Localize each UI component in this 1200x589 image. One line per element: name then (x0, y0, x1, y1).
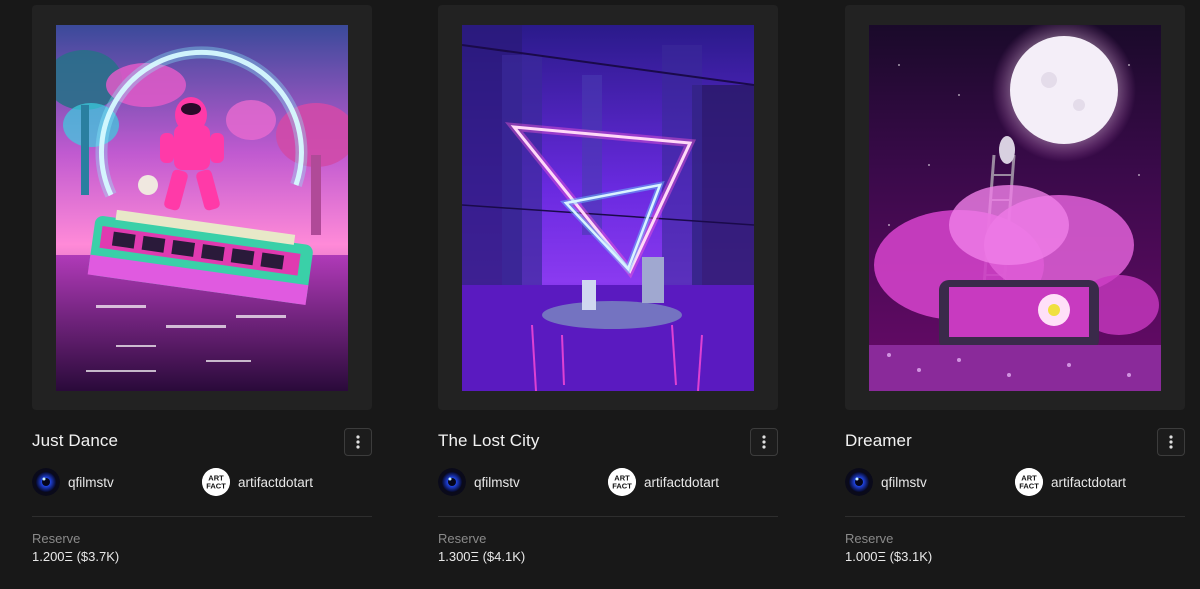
creator-profile-link[interactable]: qfilmstv (32, 468, 114, 496)
creator-handle[interactable]: qfilmstv (474, 475, 520, 490)
reserve-label: Reserve (845, 531, 894, 546)
svg-text:FACT: FACT (206, 482, 226, 491)
svg-text:FACT: FACT (612, 482, 632, 491)
divider (32, 516, 372, 517)
blue-eye-avatar (438, 468, 466, 496)
nft-card-just-dance[interactable]: Just Dance qfilmstv ART FACT artifactdot… (32, 0, 372, 589)
blue-eye-avatar (32, 468, 60, 496)
moon-ladder-van-artwork[interactable] (869, 25, 1161, 391)
owner-handle[interactable]: artifactdotart (238, 475, 313, 490)
blue-eye-avatar (845, 468, 873, 496)
more-vertical-icon (762, 435, 766, 449)
nft-card-dreamer[interactable]: Dreamer qfilmstv ART FACT artifactdotart… (845, 0, 1185, 589)
creator-profile-link[interactable]: qfilmstv (845, 468, 927, 496)
creator-handle[interactable]: qfilmstv (881, 475, 927, 490)
reserve-label: Reserve (32, 531, 81, 546)
dancing-figure-on-bus-artwork[interactable] (56, 25, 348, 391)
more-vertical-icon (1169, 435, 1173, 449)
artfact-logo-avatar: ART FACT (1015, 468, 1043, 496)
svg-text:FACT: FACT (1019, 482, 1039, 491)
owner-profile-link[interactable]: ART FACT artifactdotart (1015, 468, 1126, 496)
artwork-title[interactable]: Dreamer (845, 431, 912, 451)
creator-profile-link[interactable]: qfilmstv (438, 468, 520, 496)
artwork-frame[interactable] (32, 5, 372, 410)
nft-card-the-lost-city[interactable]: The Lost City qfilmstv ART FACT artifact… (438, 0, 778, 589)
artwork-title[interactable]: Just Dance (32, 431, 118, 451)
neon-triangles-city-artwork[interactable] (462, 25, 754, 391)
more-options-button[interactable] (1157, 428, 1185, 456)
artwork-frame[interactable] (845, 5, 1185, 410)
owner-profile-link[interactable]: ART FACT artifactdotart (608, 468, 719, 496)
owner-handle[interactable]: artifactdotart (1051, 475, 1126, 490)
reserve-price: 1.200Ξ ($3.7K) (32, 549, 120, 564)
creator-handle[interactable]: qfilmstv (68, 475, 114, 490)
more-vertical-icon (356, 435, 360, 449)
owner-handle[interactable]: artifactdotart (644, 475, 719, 490)
divider (438, 516, 778, 517)
divider (845, 516, 1185, 517)
reserve-price: 1.000Ξ ($3.1K) (845, 549, 933, 564)
artwork-title[interactable]: The Lost City (438, 431, 539, 451)
artfact-logo-avatar: ART FACT (608, 468, 636, 496)
artwork-frame[interactable] (438, 5, 778, 410)
artfact-logo-avatar: ART FACT (202, 468, 230, 496)
more-options-button[interactable] (750, 428, 778, 456)
more-options-button[interactable] (344, 428, 372, 456)
reserve-label: Reserve (438, 531, 487, 546)
reserve-price: 1.300Ξ ($4.1K) (438, 549, 526, 564)
owner-profile-link[interactable]: ART FACT artifactdotart (202, 468, 313, 496)
